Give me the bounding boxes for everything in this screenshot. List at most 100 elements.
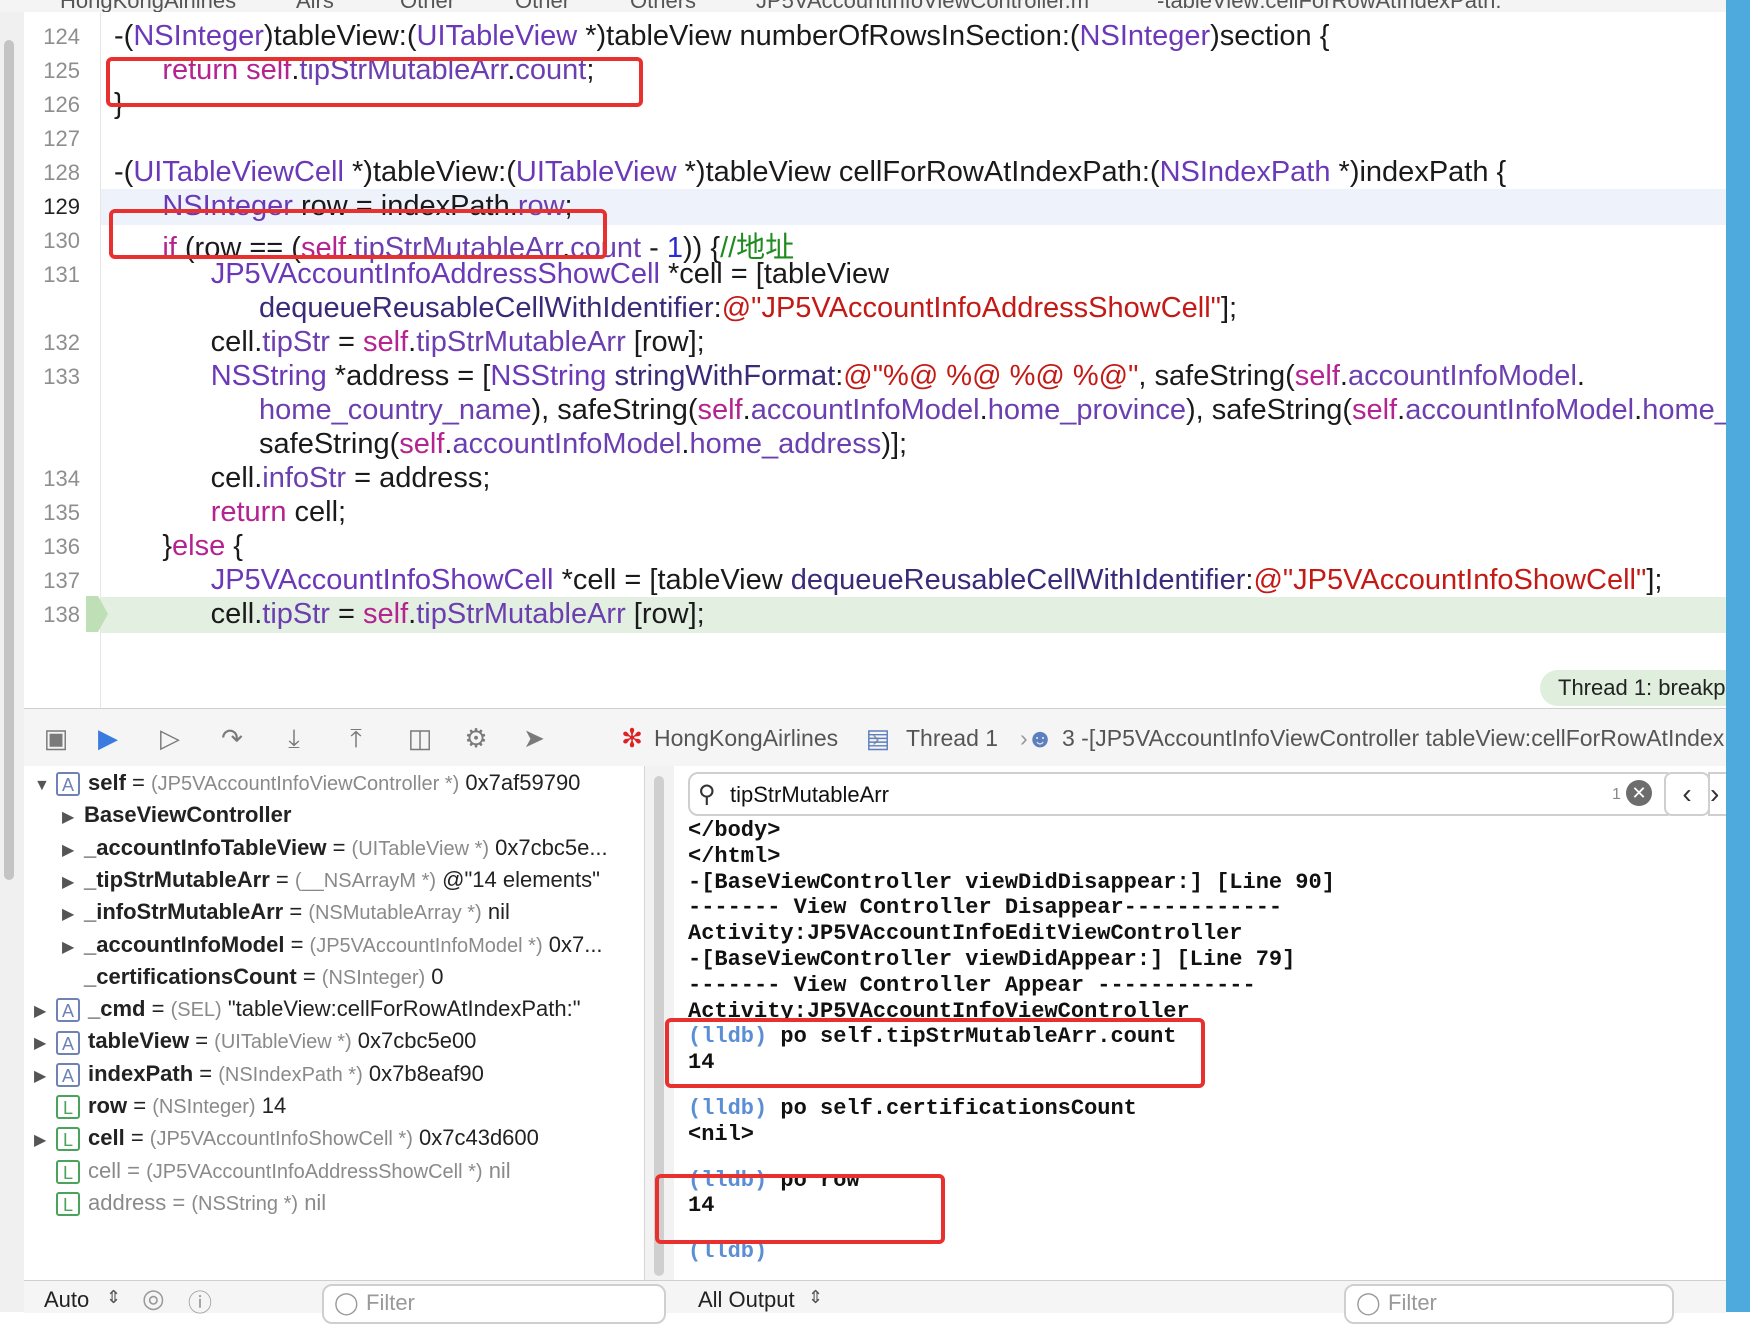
code-line[interactable]: dequeueReusableCellWithIdentifier:@"JP5V… [114,292,1237,325]
step-into-icon[interactable]: ⤓ [278,723,310,753]
code-line[interactable]: cell.infoStr = address; [114,462,491,495]
equals-sign: = [269,866,295,892]
line-number[interactable]: 130 [24,228,80,254]
disclosure-closed-icon[interactable]: ▶ [62,807,84,827]
scope-popup[interactable]: Auto [44,1287,89,1313]
disclosure-closed-icon[interactable]: ▶ [62,840,84,860]
eye-icon[interactable]: ◎ [142,1283,165,1314]
left-scrollbar-thumb[interactable] [4,40,14,880]
local-variable-icon: L [56,1095,80,1120]
console-filter[interactable]: ◯ Filter [1344,1284,1674,1324]
line-number[interactable]: 126 [24,92,80,118]
popup-chevron-icon: ⇕ [106,1287,122,1307]
argument-variable-icon: A [56,772,80,797]
variable-row[interactable]: ▶ A _cmd = (SEL) "tableView:cellForRowAtIn… [34,996,581,1030]
line-number[interactable]: 134 [24,466,80,492]
line-number[interactable]: 129 [24,194,80,220]
crumb-thread[interactable]: Thread 1 [906,725,998,752]
line-number[interactable]: 131 [24,262,80,288]
code-line[interactable]: cell.tipStr = self.tipStrMutableArr [row… [114,598,705,631]
variable-row[interactable]: ▶ BaseViewController [62,802,291,836]
filter-icon: ◯ [334,1290,359,1315]
line-number[interactable]: 127 [24,126,80,152]
variable-value: 0x7b8eaf90 [368,1060,484,1086]
hide-debug-area-icon[interactable]: ▣ [40,723,72,753]
disclosure-closed-icon[interactable]: ▶ [34,1033,56,1053]
code-line[interactable]: home_country_name), safeString(self.acco… [114,394,1731,427]
code-line[interactable]: -(NSInteger)tableView:(UITableView *)tab… [114,20,1329,53]
line-number[interactable]: 133 [24,364,80,390]
window-edge [1726,0,1750,1312]
variable-row[interactable]: ▶ _accountInfoModel = (JP5VAccountInfoMod… [62,932,603,966]
next-match-icon[interactable]: › [1708,772,1726,816]
variable-name: _accountInfoModel [84,931,285,957]
disclosure-closed-icon[interactable]: ▶ [62,904,84,924]
variable-row[interactable]: ▶ AtableView = (UITableView *) 0x7cbc5e00 [34,1028,476,1062]
variable-row[interactable]: ▶ Lcell = (JP5VAccountInfoShowCell *) 0x7… [34,1125,539,1159]
step-over-icon[interactable]: ↷ [216,723,248,753]
code-line[interactable]: NSString *address = [NSString stringWith… [114,360,1585,393]
code-line[interactable]: cell.tipStr = self.tipStrMutableArr [row… [114,326,705,359]
frame-icon: ☻ [1026,723,1054,753]
argument-variable-icon: A [56,1062,80,1087]
line-number[interactable]: 128 [24,160,80,186]
disclosure-closed-icon[interactable]: ▶ [34,1066,56,1086]
continue-icon[interactable]: ▷ [154,723,186,753]
equals-sign: = [166,1189,192,1215]
console-search-value: tipStrMutableArr [730,782,889,807]
disclosure-closed-icon[interactable]: ▶ [62,872,84,892]
code-line[interactable]: JP5VAccountInfoShowCell *cell = [tableVi… [114,564,1663,597]
variable-name: tableView [88,1028,190,1054]
variable-row[interactable]: Lrow = (NSInteger) 14 [34,1093,286,1127]
variable-type: (UITableView *) [214,1031,352,1054]
previous-match-icon[interactable]: ‹ [1664,772,1710,816]
console-search-field[interactable]: ⚲ tipStrMutableArr 1 ✕ [688,772,1676,816]
search-icon: ⚲ [698,781,716,808]
code-line[interactable]: safeString(self.accountInfoModel.home_ad… [114,428,907,461]
crumb-frame[interactable]: 3 -[JP5VAccountInfoViewController tableV… [1062,725,1750,752]
memory-graph-icon[interactable]: ⚙ [460,723,492,753]
argument-variable-icon: A [56,998,80,1023]
disclosure-closed-icon[interactable]: ▶ [34,1001,56,1021]
variable-row[interactable]: ▶ AindexPath = (NSIndexPath *) 0x7b8eaf90 [34,1061,484,1095]
console-line: -[BaseViewController viewDidDisappear:] … [688,869,1335,895]
disclosure-closed-icon[interactable]: ▶ [62,937,84,957]
line-number[interactable]: 137 [24,568,80,594]
variable-row[interactable]: ▼ Aself = (JP5VAccountInfoViewController … [34,770,580,804]
output-popup[interactable]: All Output [698,1287,795,1313]
variable-row[interactable]: ▶ _infoStrMutableArr = (NSMutableArray *)… [62,899,510,933]
disclosure-open-icon[interactable]: ▼ [34,777,56,795]
console-line: ------- View Controller Disappear-------… [688,895,1283,921]
variable-row[interactable]: Laddress = (NSString *) nil [34,1190,326,1224]
line-number[interactable]: 124 [24,24,80,50]
variable-row[interactable]: ▶ _tipStrMutableArr = (__NSArrayM *) @"14… [62,867,600,901]
local-variable-icon: L [56,1159,80,1184]
variable-name: BaseViewController [84,802,292,828]
line-number[interactable]: 132 [24,330,80,356]
variable-row[interactable]: Lcell = (JP5VAccountInfoAddressShowCell … [34,1158,511,1192]
lldb-prompt: (lldb) [688,1096,768,1121]
line-number[interactable]: 125 [24,58,80,84]
code-line[interactable]: JP5VAccountInfoAddressShowCell *cell = [… [114,258,889,291]
crumb-project[interactable]: HongKongAirlines [654,725,838,752]
variable-row[interactable]: ▶ _accountInfoTableView = (UITableView *)… [62,835,608,869]
info-icon[interactable]: ⓘ [188,1283,212,1318]
equals-sign: = [124,1125,150,1151]
disclosure-closed-icon[interactable]: ▶ [34,1130,56,1150]
filter-icon: ◯ [1356,1290,1381,1315]
breakpoints-toggle-icon[interactable]: ▶ [92,723,124,753]
variable-row[interactable]: _certificationsCount = (NSInteger) 0 [62,964,444,998]
code-line[interactable]: return cell; [114,496,346,529]
variable-type: (UITableView *) [351,837,490,860]
step-out-icon[interactable]: ⤒ [340,723,372,753]
clear-search-icon[interactable]: ✕ [1626,780,1652,806]
variables-filter[interactable]: ◯ Filter [322,1284,666,1324]
line-number[interactable]: 135 [24,500,80,526]
view-hierarchy-icon[interactable]: ◫ [404,723,436,753]
code-line[interactable]: }else { [114,530,243,563]
line-number[interactable]: 136 [24,534,80,560]
code-line[interactable]: -(UITableViewCell *)tableView:(UITableVi… [114,156,1506,189]
location-icon[interactable]: ➤ [518,723,550,753]
variable-type: (SEL) [170,999,222,1022]
line-number[interactable]: 138 [24,602,80,628]
